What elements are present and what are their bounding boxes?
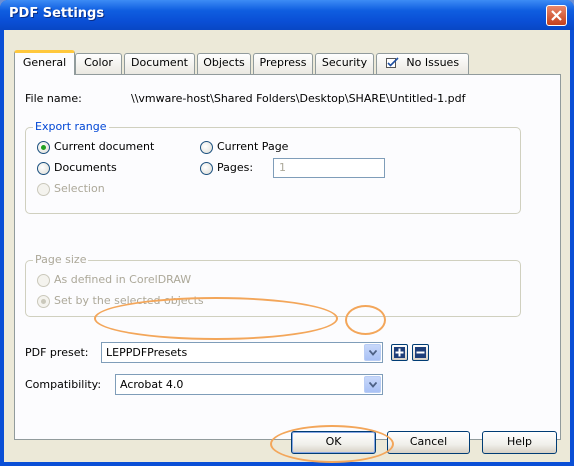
general-tab-panel: File name: \\vmware-host\Shared Folders\… [14, 74, 561, 440]
documents-radio[interactable] [37, 162, 50, 175]
current-document-radio[interactable] [37, 141, 50, 154]
close-button[interactable] [546, 5, 567, 26]
ok-label: OK [325, 435, 342, 448]
as-defined-label: As defined in CorelDRAW [54, 273, 192, 286]
close-icon [551, 10, 562, 21]
tab-objects[interactable]: Objects [197, 53, 251, 74]
pdf-preset-label: PDF preset: [25, 346, 89, 359]
cancel-label: Cancel [409, 435, 448, 448]
set-by-selected-radio [37, 295, 50, 308]
pdf-preset-select[interactable]: LEPPDFPresets [101, 342, 383, 363]
inspect-check-icon [385, 57, 399, 68]
tab-no-issues[interactable]: No Issues [376, 53, 469, 74]
export-range-title: Export range [33, 120, 109, 133]
documents-label[interactable]: Documents [54, 161, 117, 174]
current-page-radio[interactable] [200, 141, 213, 154]
selection-label: Selection [54, 182, 105, 195]
file-name-value: \\vmware-host\Shared Folders\Desktop\SHA… [131, 92, 466, 105]
current-document-label[interactable]: Current document [54, 140, 154, 153]
tab-label: Prepress [259, 56, 307, 69]
tab-general[interactable]: General [14, 50, 75, 75]
page-size-title: Page size [33, 253, 89, 266]
tab-security[interactable]: Security [315, 53, 374, 74]
tab-label: Document [131, 56, 188, 69]
current-page-label[interactable]: Current Page [217, 140, 288, 153]
minus-icon [415, 347, 426, 358]
pages-input[interactable]: 1 [273, 158, 385, 178]
title-bar[interactable]: PDF Settings [0, 0, 574, 30]
tab-label: No Issues [406, 56, 460, 69]
remove-preset-button[interactable] [412, 344, 429, 361]
plus-icon [394, 347, 405, 358]
set-by-selected-label: Set by the selected objects [54, 294, 204, 307]
chevron-down-icon [369, 350, 377, 356]
as-defined-radio [37, 274, 50, 287]
ok-button[interactable]: OK [291, 431, 376, 454]
tab-label: Objects [203, 56, 245, 69]
page-size-group: Page size As defined in CorelDRAW Set by… [25, 253, 521, 317]
export-range-group: Export range Current document Documents … [25, 120, 521, 214]
add-preset-button[interactable] [391, 344, 408, 361]
help-label: Help [506, 435, 533, 448]
tab-label: Color [84, 56, 113, 69]
compatibility-dropdown-button[interactable] [364, 376, 381, 393]
cancel-button[interactable]: Cancel [387, 431, 470, 454]
pdf-preset-value: LEPPDFPresets [106, 346, 188, 359]
tab-label: General [22, 56, 67, 69]
help-button[interactable]: Help [482, 431, 557, 454]
pdf-preset-dropdown-button[interactable] [364, 344, 381, 361]
pdf-settings-dialog: PDF Settings General Color Document Obje… [0, 0, 574, 466]
pages-label[interactable]: Pages: [217, 161, 253, 174]
compatibility-value: Acrobat 4.0 [120, 378, 184, 391]
pages-input-value: 1 [279, 161, 286, 174]
chevron-down-icon [369, 382, 377, 388]
tab-document[interactable]: Document [124, 53, 195, 74]
tab-prepress[interactable]: Prepress [253, 53, 313, 74]
pages-radio[interactable] [200, 162, 213, 175]
compatibility-label: Compatibility: [25, 378, 102, 391]
dialog-body: General Color Document Objects Prepress … [4, 30, 570, 462]
tab-color[interactable]: Color [75, 53, 122, 74]
window-title: PDF Settings [9, 6, 105, 21]
file-name-label: File name: [25, 92, 82, 105]
compatibility-select[interactable]: Acrobat 4.0 [115, 374, 383, 395]
tab-label: Security [321, 56, 368, 69]
selection-radio [37, 183, 50, 196]
